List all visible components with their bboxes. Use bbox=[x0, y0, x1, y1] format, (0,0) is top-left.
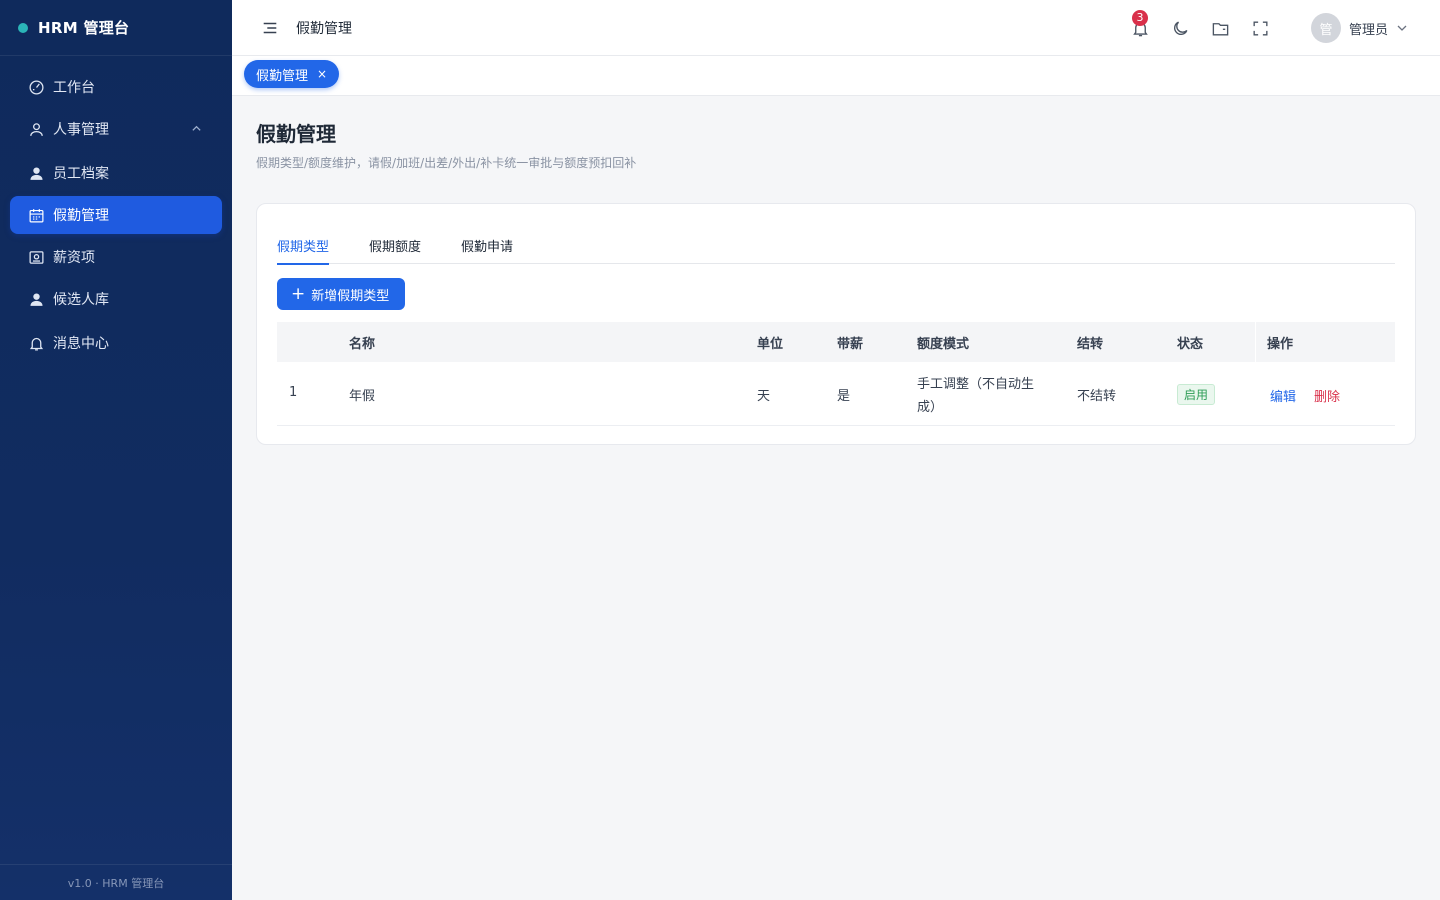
sidebar: HRM 管理台 工作台 人事管理 员工档案 假勤管理 薪资项 候选人库 消息中心… bbox=[0, 0, 232, 900]
delete-link[interactable]: 删除 bbox=[1314, 390, 1340, 405]
header-breadcrumb: 假勤管理 bbox=[296, 20, 352, 37]
brand-logo-dot bbox=[18, 22, 28, 33]
sidebar-item-label: 员工档案 bbox=[53, 166, 109, 182]
notification-bell-icon[interactable]: 3 bbox=[1131, 10, 1151, 38]
menu-toggle-icon[interactable] bbox=[260, 18, 280, 38]
sidebar-item-dashboard[interactable]: 工作台 bbox=[10, 68, 222, 106]
main-content: 假勤管理 假期类型/额度维护，请假/加班/出差/外出/补卡统一审批与额度预扣回补… bbox=[256, 96, 1416, 445]
row-quota-mode-line2: 成） bbox=[917, 400, 944, 415]
dark-mode-moon-icon[interactable] bbox=[1171, 18, 1191, 38]
page-title: 假勤管理 bbox=[256, 122, 336, 146]
sidebar-item-salary[interactable]: 薪资项 bbox=[10, 238, 222, 276]
sidebar-item-label: 候选人库 bbox=[53, 292, 109, 308]
user-filled-icon bbox=[27, 164, 45, 182]
row-unit: 天 bbox=[757, 389, 771, 404]
page-tab-label: 假勤管理 bbox=[256, 68, 309, 84]
leave-types-table: 名称 单位 带薪 额度模式 结转 状态 操作 1 年假 天 是 手工调整（不自动… bbox=[277, 322, 1395, 426]
top-header: 假勤管理 3 管 管理员 bbox=[232, 0, 1440, 56]
table-header: 名称 单位 带薪 额度模式 结转 状态 操作 bbox=[277, 322, 1395, 362]
close-icon[interactable]: × bbox=[317, 67, 327, 81]
fullscreen-icon[interactable] bbox=[1251, 18, 1271, 38]
row-quota-mode-line1: 手工调整（不自动生 bbox=[917, 377, 1035, 392]
status-badge: 启用 bbox=[1177, 384, 1216, 405]
page-tabs-bar: 假勤管理 × bbox=[232, 56, 1440, 96]
page-description: 假期类型/额度维护，请假/加班/出差/外出/补卡统一审批与额度预扣回补 bbox=[256, 156, 637, 170]
card-tabs: 假期类型 假期额度 假勤申请 bbox=[277, 236, 1395, 265]
folder-icon[interactable] bbox=[1211, 18, 1231, 38]
leave-card: 假期类型 假期额度 假勤申请 + 新增假期类型 名称 单位 带薪 额度模式 结转… bbox=[256, 203, 1416, 445]
user-name: 管理员 bbox=[1348, 22, 1388, 38]
sidebar-menu: 工作台 人事管理 员工档案 假勤管理 薪资项 候选人库 消息中心 bbox=[0, 56, 232, 362]
row-actions: 编辑 删除 bbox=[1270, 386, 1340, 405]
header-actions: 3 管 管理员 bbox=[1131, 0, 1440, 56]
add-leave-type-button[interactable]: + 新增假期类型 bbox=[277, 278, 406, 310]
add-button-label: 新增假期类型 bbox=[311, 288, 390, 304]
sidebar-item-candidates[interactable]: 候选人库 bbox=[10, 280, 222, 318]
sidebar-item-label: 人事管理 bbox=[53, 122, 109, 138]
tab-leave-quota[interactable]: 假期额度 bbox=[369, 236, 421, 264]
column-header-actions: 操作 bbox=[1267, 336, 1294, 352]
brand[interactable]: HRM 管理台 bbox=[0, 0, 232, 56]
table-row: 1 年假 天 是 手工调整（不自动生 成） 不结转 启用 编辑 删除 bbox=[277, 362, 1395, 426]
column-header-unit: 单位 bbox=[757, 336, 784, 352]
sidebar-item-label: 薪资项 bbox=[53, 250, 95, 266]
sidebar-item-label: 消息中心 bbox=[53, 336, 109, 352]
edit-link[interactable]: 编辑 bbox=[1270, 390, 1296, 405]
sidebar-item-hr[interactable]: 人事管理 bbox=[10, 110, 222, 148]
sidebar-item-leave-management[interactable]: 假勤管理 bbox=[10, 196, 222, 234]
page-tab-leave-management[interactable]: 假勤管理 × bbox=[244, 60, 340, 88]
sidebar-item-messages[interactable]: 消息中心 bbox=[10, 324, 222, 362]
dashboard-icon bbox=[27, 78, 45, 96]
column-header-status: 状态 bbox=[1177, 336, 1204, 352]
sidebar-item-label: 假勤管理 bbox=[53, 208, 109, 224]
sidebar-footer-version: v1.0 · HRM 管理台 bbox=[0, 864, 232, 900]
app-root: HRM 管理台 工作台 人事管理 员工档案 假勤管理 薪资项 候选人库 消息中心… bbox=[0, 0, 1440, 900]
user-filled-icon bbox=[27, 290, 45, 308]
tab-leave-types[interactable]: 假期类型 bbox=[277, 236, 330, 265]
sidebar-item-label: 工作台 bbox=[53, 80, 95, 96]
notification-badge: 3 bbox=[1131, 10, 1148, 26]
avatar: 管 bbox=[1310, 13, 1341, 43]
column-header-carry-over: 结转 bbox=[1077, 336, 1104, 352]
chevron-up-icon bbox=[192, 125, 201, 131]
chevron-down-icon bbox=[1397, 25, 1407, 31]
user-outline-icon bbox=[27, 120, 45, 138]
column-header-quota-mode: 额度模式 bbox=[917, 336, 970, 352]
bell-icon bbox=[27, 334, 45, 352]
column-header-name: 名称 bbox=[349, 336, 376, 352]
tab-leave-requests[interactable]: 假勤申请 bbox=[461, 236, 513, 264]
row-name: 年假 bbox=[349, 389, 376, 404]
calendar-icon bbox=[27, 206, 45, 224]
row-index: 1 bbox=[289, 385, 298, 400]
brand-title: HRM 管理台 bbox=[38, 19, 130, 37]
salary-icon bbox=[27, 248, 45, 266]
sidebar-item-employee-files[interactable]: 员工档案 bbox=[10, 154, 222, 192]
plus-icon: + bbox=[291, 283, 306, 304]
row-carry-over: 不结转 bbox=[1077, 389, 1117, 404]
row-paid: 是 bbox=[837, 389, 851, 404]
user-menu[interactable]: 管 管理员 bbox=[1310, 13, 1408, 43]
column-header-paid: 带薪 bbox=[837, 336, 864, 352]
